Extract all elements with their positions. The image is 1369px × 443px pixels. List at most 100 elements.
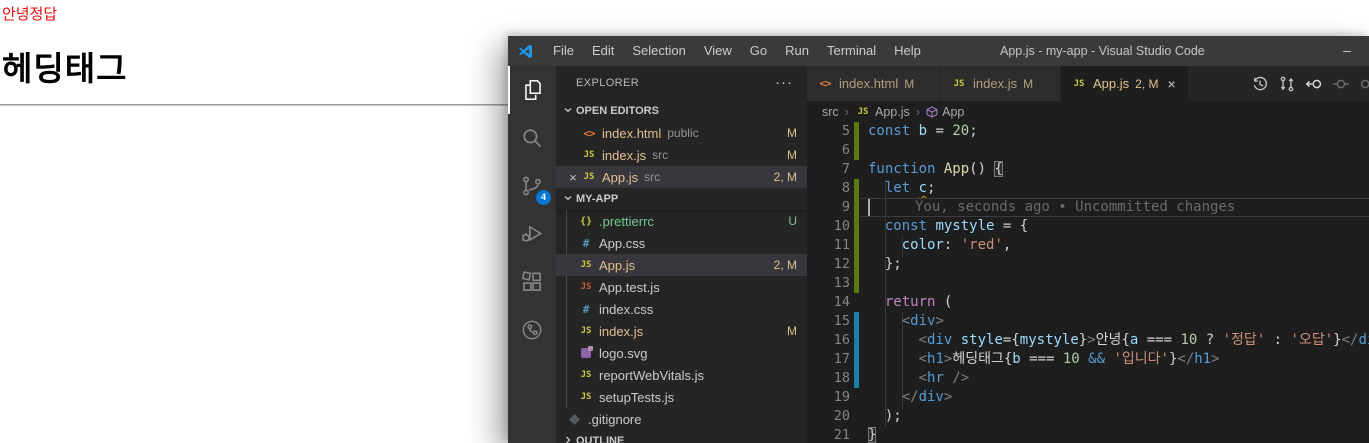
code-token: div	[918, 389, 944, 405]
tab-index.html[interactable]: <> index.html M	[807, 66, 941, 101]
code-line[interactable]: 15 <div>	[807, 312, 1369, 331]
code-line[interactable]: 18 <hr />	[807, 369, 1369, 388]
breadcrumb-item[interactable]: JS App.js	[855, 105, 910, 119]
code-line[interactable]: 14 return (	[807, 293, 1369, 312]
line-number[interactable]: 14	[807, 293, 850, 312]
code-token: 10	[1180, 332, 1198, 348]
menu-selection[interactable]: Selection	[623, 36, 694, 66]
code-line[interactable]: 7 function App() {	[807, 160, 1369, 179]
tab-index.js[interactable]: JS index.js M	[941, 66, 1061, 101]
line-number[interactable]: 12	[807, 255, 850, 274]
file-tree-item[interactable]: JS setupTests.js	[556, 386, 807, 408]
menu-terminal[interactable]: Terminal	[818, 36, 885, 66]
file-tree-item[interactable]: {} .prettierrc U	[556, 210, 807, 232]
line-number[interactable]: 7	[807, 160, 850, 179]
previous-change-icon[interactable]	[1305, 75, 1323, 93]
minimize-button[interactable]: –	[1328, 36, 1366, 66]
open-editor-item[interactable]: <> index.html public M	[556, 122, 807, 144]
run-debug-icon[interactable]	[508, 210, 556, 258]
open-editor-item[interactable]: JS index.js src M	[556, 144, 807, 166]
code-line[interactable]: 6	[807, 141, 1369, 160]
chevron-down-icon	[560, 105, 576, 118]
gitlens-icon[interactable]	[508, 306, 556, 354]
menu-go[interactable]: Go	[741, 36, 776, 66]
outline-header[interactable]: OUTLINE	[556, 430, 807, 443]
line-number[interactable]: 8	[807, 179, 850, 198]
line-number[interactable]: 5	[807, 122, 850, 141]
code-line[interactable]: 16 <div style={mystyle}>안녕{a === 10 ? '정…	[807, 331, 1369, 350]
code-line[interactable]: 9 You, seconds ago • Uncommitted changes	[807, 198, 1369, 217]
line-number[interactable]: 6	[807, 141, 850, 160]
js-file-icon: JS	[583, 172, 595, 182]
search-icon[interactable]	[508, 114, 556, 162]
menu-run[interactable]: Run	[776, 36, 818, 66]
line-number[interactable]: 13	[807, 274, 850, 293]
line-number[interactable]: 10	[807, 217, 850, 236]
line-number[interactable]: 19	[807, 388, 850, 407]
more-actions-icon[interactable]: ···	[775, 66, 793, 100]
code-line[interactable]: 19 </div>	[807, 388, 1369, 407]
code-token: />	[952, 370, 970, 386]
code-line[interactable]: 10 const mystyle = {	[807, 217, 1369, 236]
file-tree-item[interactable]: # index.css	[556, 298, 807, 320]
code-line[interactable]: 17 <h1>헤딩태그{b === 10 && '입니다'}</h1>	[807, 350, 1369, 369]
git-gutter-indicator	[854, 350, 859, 369]
code-line[interactable]: 20 );	[807, 407, 1369, 426]
code-line[interactable]: 11 color: 'red',	[807, 236, 1369, 255]
next-change-icon[interactable]	[1359, 75, 1369, 93]
open-changes-icon[interactable]	[1332, 75, 1350, 93]
code-line[interactable]: 5 const b = 20;	[807, 122, 1369, 141]
code-token: 안녕	[1095, 332, 1122, 348]
file-name: .prettierrc	[599, 213, 654, 229]
breadcrumb-item[interactable]: App	[926, 105, 964, 119]
compare-changes-icon[interactable]	[1278, 75, 1296, 93]
file-tree-item[interactable]: JS index.js M	[556, 320, 807, 342]
tab-App.js[interactable]: JS App.js 2, M ×	[1061, 66, 1189, 101]
open-editors-header[interactable]: OPEN EDITORS	[556, 100, 807, 122]
text-cursor	[868, 199, 870, 216]
line-number[interactable]: 21	[807, 426, 850, 443]
extensions-icon[interactable]	[508, 258, 556, 306]
line-number[interactable]: 18	[807, 369, 850, 388]
close-icon[interactable]: ×	[1167, 76, 1175, 92]
file-name: index.js	[599, 323, 644, 339]
close-icon[interactable]: ×	[565, 170, 581, 185]
project-folder-header[interactable]: MY-APP	[556, 188, 807, 210]
source-control-badge: 4	[536, 190, 551, 205]
line-number[interactable]: 20	[807, 407, 850, 426]
symbol-class-icon	[926, 105, 938, 118]
file-tree-item[interactable]: JS reportWebVitals.js	[556, 364, 807, 386]
code-line[interactable]: 13	[807, 274, 1369, 293]
code-text: <div>	[868, 312, 944, 331]
code-line[interactable]: 12 };	[807, 255, 1369, 274]
menu-file[interactable]: File	[544, 36, 583, 66]
file-tree-item[interactable]: # App.css	[556, 232, 807, 254]
line-number[interactable]: 17	[807, 350, 850, 369]
file-tree-item[interactable]: JS App.test.js	[556, 276, 807, 298]
timeline-icon[interactable]	[1251, 75, 1269, 93]
code-line[interactable]: 21}	[807, 426, 1369, 443]
code-token: <	[918, 351, 928, 367]
menu-help[interactable]: Help	[885, 36, 930, 66]
menu-edit[interactable]: Edit	[583, 36, 623, 66]
code-text: const mystyle = {	[868, 217, 1028, 236]
file-tree-item[interactable]: .gitignore	[556, 408, 807, 430]
open-editor-item[interactable]: × JS App.js src 2, M	[556, 166, 807, 188]
line-number[interactable]: 11	[807, 236, 850, 255]
git-status-badge: 2, M	[1135, 76, 1159, 91]
line-number[interactable]: 15	[807, 312, 850, 331]
code-line[interactable]: 8 let c;	[807, 179, 1369, 198]
file-tree-item[interactable]: logo.svg	[556, 342, 807, 364]
breadcrumb-item[interactable]: src	[822, 105, 839, 119]
sidebar-title: EXPLORER ···	[556, 66, 807, 100]
explorer-icon[interactable]	[508, 66, 556, 114]
code-token: </	[901, 389, 919, 405]
file-tree-item[interactable]: JS App.js 2, M	[556, 254, 807, 276]
source-control-icon[interactable]: 4	[508, 162, 556, 210]
code-token: ;	[927, 180, 936, 196]
line-number[interactable]: 16	[807, 331, 850, 350]
line-number[interactable]: 9	[807, 198, 850, 217]
menu-view[interactable]: View	[695, 36, 741, 66]
